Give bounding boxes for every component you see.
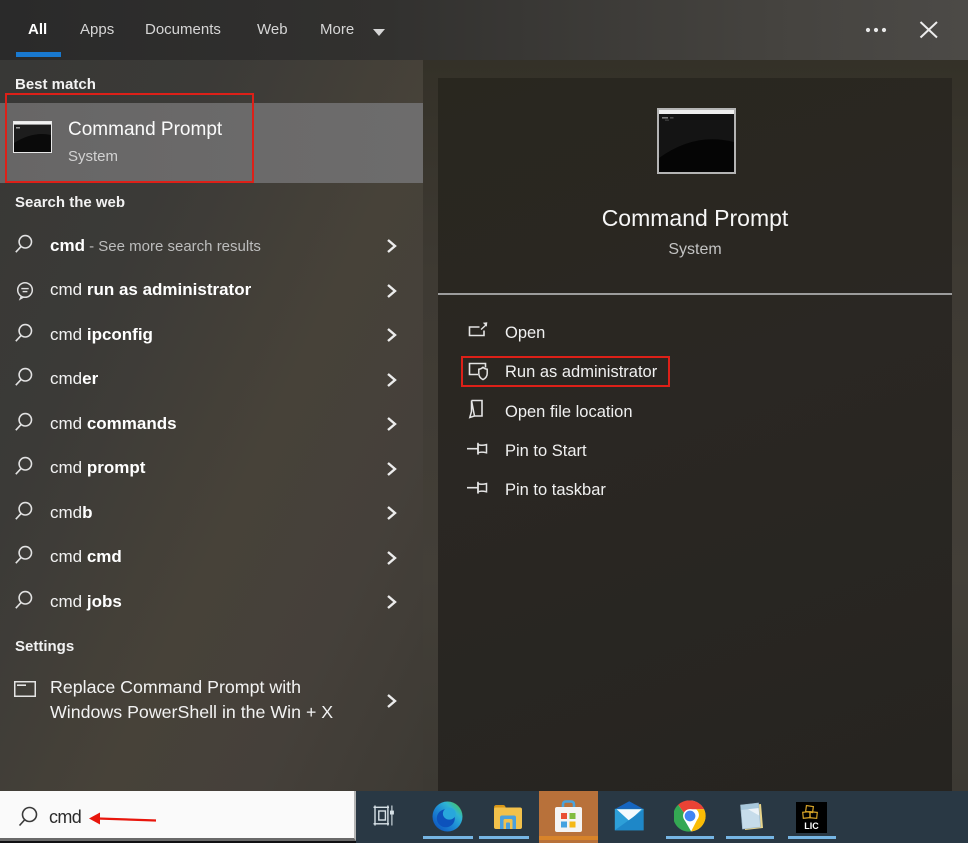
svg-text:LIC: LIC xyxy=(804,821,819,831)
